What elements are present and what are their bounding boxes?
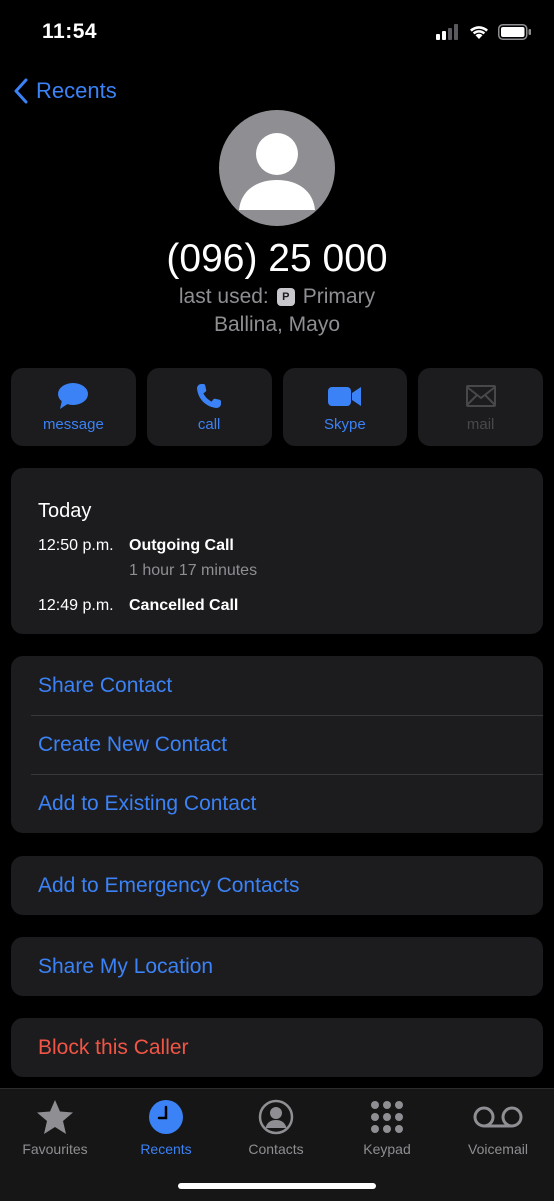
call-type: Outgoing Call xyxy=(129,537,234,554)
share-my-location-button[interactable]: Share My Location xyxy=(11,937,543,996)
contact-options-card: Share Contact Create New Contact Add to … xyxy=(11,656,543,833)
tab-label: Contacts xyxy=(248,1141,304,1157)
add-to-existing-contact-button[interactable]: Add to Existing Contact xyxy=(11,774,543,833)
message-bubble-icon xyxy=(58,383,89,409)
wifi-icon xyxy=(470,26,488,39)
share-contact-button[interactable]: Share Contact xyxy=(11,656,543,715)
tab-label: Recents xyxy=(140,1141,192,1157)
tab-keypad[interactable]: Keypad xyxy=(332,1097,442,1157)
back-label: Recents xyxy=(36,78,117,103)
mail-label: mail xyxy=(466,416,495,433)
envelope-icon xyxy=(465,385,496,407)
person-silhouette-icon xyxy=(239,133,315,210)
home-indicator[interactable] xyxy=(178,1183,376,1189)
skype-label: Skype xyxy=(324,416,366,433)
tab-label: Favourites xyxy=(22,1141,88,1157)
create-new-contact-button[interactable]: Create New Contact xyxy=(11,715,543,774)
chevron-left-icon xyxy=(14,78,28,104)
line-name: Primary xyxy=(302,285,376,308)
phone-icon xyxy=(197,384,222,408)
history-date-header: Today xyxy=(38,500,92,522)
tab-favourites[interactable]: Favourites xyxy=(0,1097,110,1157)
call-button[interactable]: call xyxy=(146,368,272,446)
location-card: Share My Location xyxy=(11,937,543,996)
emergency-card: Add to Emergency Contacts xyxy=(11,856,543,915)
battery-icon xyxy=(498,24,531,40)
tab-label: Keypad xyxy=(363,1141,411,1157)
clock-icon xyxy=(149,1100,183,1134)
call-history-card: Today 12:50 p.m. Outgoing Call 1 hour 17… xyxy=(11,468,543,634)
mail-button[interactable]: mail xyxy=(418,368,543,446)
add-to-emergency-contacts-button[interactable]: Add to Emergency Contacts xyxy=(11,856,543,915)
phone-number: (096) 25 000 xyxy=(166,237,388,280)
call-time: 12:50 p.m. xyxy=(38,537,114,554)
last-used-label: last used: xyxy=(178,285,269,308)
tab-voicemail[interactable]: Voicemail xyxy=(443,1097,553,1157)
cellular-signal-icon xyxy=(436,24,458,40)
message-label: message xyxy=(42,416,104,433)
contact-avatar xyxy=(219,110,335,226)
block-card: Block this Caller xyxy=(11,1018,543,1077)
video-camera-icon xyxy=(327,387,361,406)
tab-recents[interactable]: Recents xyxy=(111,1097,221,1157)
person-circle-icon xyxy=(258,1099,294,1135)
line-badge-icon: P xyxy=(276,288,295,306)
last-used-line: last used: P Primary xyxy=(0,285,554,309)
keypad-icon xyxy=(371,1101,403,1133)
call-label: call xyxy=(197,416,221,433)
status-time: 11:54 xyxy=(42,20,98,43)
call-time: 12:49 p.m. xyxy=(38,597,114,614)
call-duration: 1 hour 17 minutes xyxy=(129,562,258,579)
quick-actions: message call Skype mail xyxy=(11,368,543,446)
skype-button[interactable]: Skype xyxy=(282,368,408,446)
back-button[interactable]: Recents xyxy=(14,78,117,104)
tab-label: Voicemail xyxy=(468,1141,528,1157)
call-type: Cancelled Call xyxy=(129,597,239,614)
voicemail-icon xyxy=(473,1106,523,1128)
star-icon xyxy=(37,1100,73,1134)
message-button[interactable]: message xyxy=(11,368,136,446)
status-icons xyxy=(436,24,532,40)
tab-contacts[interactable]: Contacts xyxy=(221,1097,331,1157)
status-bar: 11:54 xyxy=(0,0,554,66)
block-caller-button[interactable]: Block this Caller xyxy=(11,1018,543,1077)
contact-location: Ballina, Mayo xyxy=(213,313,341,336)
